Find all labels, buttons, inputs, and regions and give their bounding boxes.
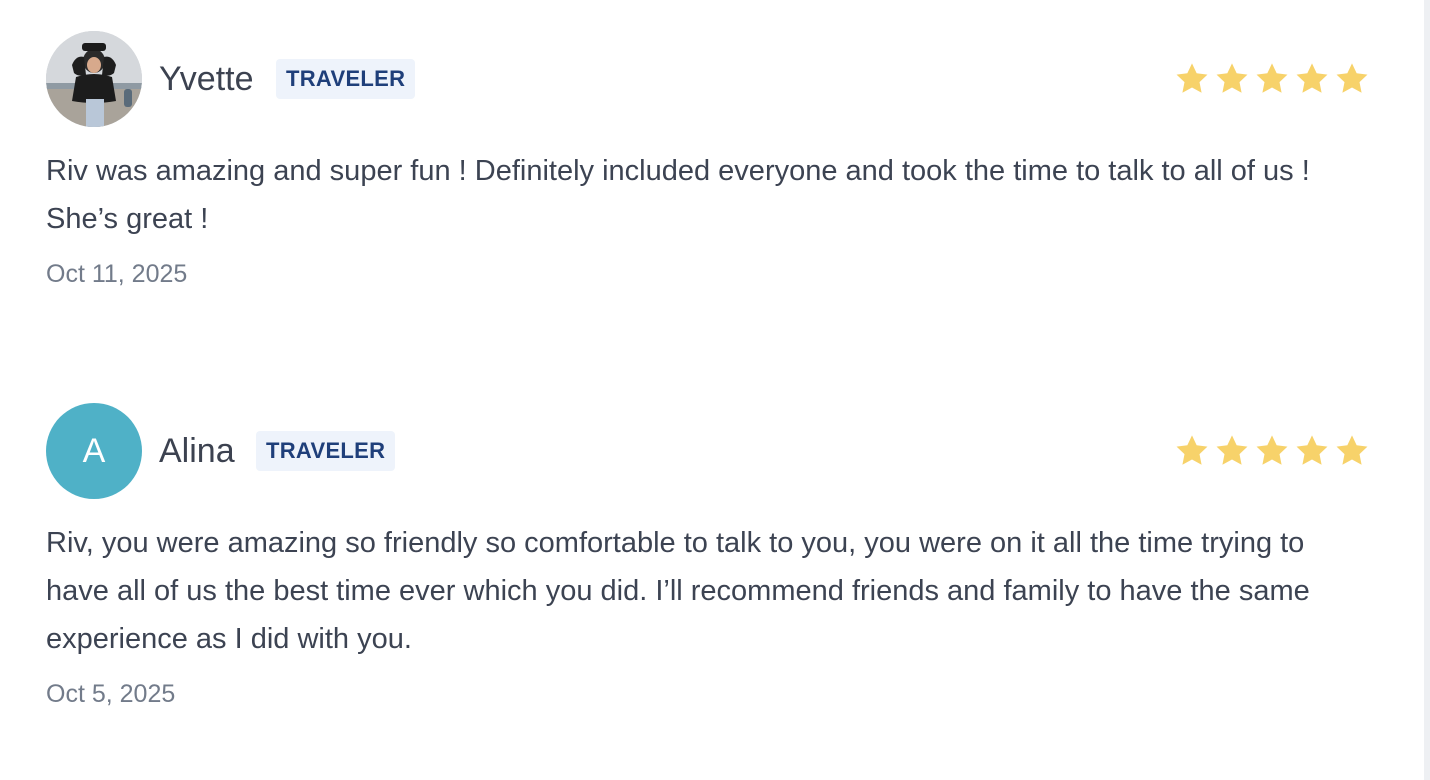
traveler-badge: TRAVELER [276,59,416,99]
star-icon [1334,433,1370,469]
review-date: Oct 11, 2025 [46,260,188,288]
star-icon [1214,433,1250,469]
review-header: A Alina TRAVELER [46,403,1376,499]
reviewer-name: Alina [159,432,235,470]
star-icon [1214,61,1250,97]
star-icon [1254,61,1290,97]
star-icon [1254,433,1290,469]
review-text: Riv, you were amazing so friendly so com… [46,527,1310,655]
traveler-badge: TRAVELER [256,431,396,471]
avatar [46,31,142,127]
star-icon [1294,61,1330,97]
avatar: A [46,403,142,499]
review-text: Riv was amazing and super fun ! Definite… [46,155,1310,235]
star-icon [1334,61,1370,97]
review-date: Oct 5, 2025 [46,680,176,708]
review-card: A Alina TRAVELER Riv, you were amazing s… [46,403,1376,711]
star-icon [1174,61,1210,97]
reviewer-name: Yvette [159,60,254,98]
review-header: Yvette TRAVELER [46,31,1376,127]
scrollbar-track[interactable] [1424,0,1430,780]
profile-photo-icon [46,31,142,127]
star-rating [1174,433,1370,469]
star-icon [1294,433,1330,469]
review-card: Yvette TRAVELER Riv was amazing and supe… [46,31,1376,291]
star-rating [1174,61,1370,97]
star-icon [1174,433,1210,469]
